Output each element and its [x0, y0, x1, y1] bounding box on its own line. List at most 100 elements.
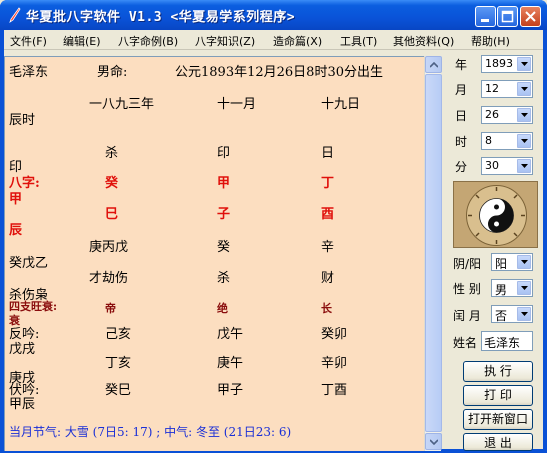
stem-hour: 甲: [9, 192, 23, 207]
hour-label: 时: [455, 135, 468, 149]
god-year: 杀: [105, 146, 119, 161]
stem-month: 甲: [217, 176, 231, 191]
person-name: 毛泽东: [9, 65, 49, 80]
dropdown-arrow[interactable]: [517, 82, 531, 96]
row2-year: 丁亥: [105, 356, 132, 371]
hour-branch: 辰时: [9, 113, 36, 128]
year-label: 年: [455, 58, 468, 72]
branch-year: 巳: [105, 207, 119, 222]
menu-bar: 文件(F) 编辑(E) 八字命例(B) 八字知识(Z) 造命篇(X) 工具(T)…: [4, 30, 543, 50]
god-day: 日: [321, 146, 335, 161]
row3-year: 癸巳: [105, 383, 132, 398]
chevron-down-icon: [521, 62, 528, 66]
menu-tools[interactable]: 工具(T): [340, 33, 377, 49]
stem-day: 丁: [321, 176, 335, 191]
lunar-month: 十一月: [217, 97, 257, 112]
dropdown-arrow[interactable]: [517, 108, 531, 122]
name-input-value: 毛泽东: [484, 336, 521, 350]
chevron-down-icon: [521, 164, 528, 168]
row3-day: 丁酉: [321, 383, 348, 398]
menu-file[interactable]: 文件(F): [10, 33, 47, 49]
scroll-down-button[interactable]: [425, 433, 442, 450]
gender-text: 男命:: [97, 65, 128, 80]
day-label: 日: [455, 109, 468, 123]
dropdown-arrow[interactable]: [517, 159, 531, 173]
scroll-thumb[interactable]: [425, 74, 442, 432]
month-label: 月: [455, 83, 468, 97]
chevron-down-icon: [521, 139, 528, 143]
row2-month: 庚午: [217, 356, 244, 371]
hidden-god-day: 财: [321, 271, 335, 286]
open-new-window-button[interactable]: 打开新窗口: [463, 409, 533, 430]
menu-knowledge[interactable]: 八字知识(Z): [195, 33, 255, 49]
exit-button[interactable]: 退 出: [463, 433, 533, 451]
yinyang-select[interactable]: 阳: [491, 253, 533, 271]
season-month: 绝: [217, 302, 228, 315]
dropdown-arrow[interactable]: [517, 281, 531, 295]
lunar-day: 十九日: [321, 97, 361, 112]
maximize-button[interactable]: [497, 6, 518, 27]
month-select[interactable]: 12: [481, 80, 533, 98]
name-input[interactable]: 毛泽东: [481, 331, 533, 351]
solar-terms: 当月节气: 大雪 (7日5: 17) ; 中气: 冬至 (21日23: 6): [9, 425, 292, 439]
maximize-icon: [501, 10, 514, 23]
year-select[interactable]: 1893: [481, 55, 533, 73]
birth-datetime: 公元1893年12月26日8时30分出生: [175, 65, 383, 80]
scroll-up-button[interactable]: [425, 56, 442, 73]
hidden-year: 庚丙戊: [89, 240, 129, 255]
gender-select[interactable]: 男: [491, 279, 533, 297]
dropdown-arrow[interactable]: [517, 255, 531, 269]
minute-select[interactable]: 30: [481, 157, 533, 175]
leap-month-select[interactable]: 否: [491, 305, 533, 323]
chart-text-panel[interactable]: 毛泽东 男命: 公元1893年12月26日8时30分出生 一八九三年 十一月 十…: [4, 56, 424, 451]
vertical-scrollbar[interactable]: [424, 56, 442, 451]
yinyang-label: 阴/阳: [453, 257, 482, 271]
menu-zaoming[interactable]: 造命篇(X): [273, 33, 322, 49]
menu-edit[interactable]: 编辑(E): [63, 33, 101, 49]
title-bar[interactable]: 华夏批八字软件 V1.3 <华夏易学系列程序>: [0, 0, 547, 30]
close-button[interactable]: [520, 6, 541, 27]
print-button[interactable]: 打 印: [463, 385, 533, 406]
taiji-image: [453, 181, 538, 248]
dropdown-arrow[interactable]: [517, 57, 531, 71]
leap-month-value: 否: [495, 309, 508, 323]
hidden-day: 辛: [321, 240, 335, 255]
gender-value: 男: [495, 283, 508, 297]
row1-day: 癸卯: [321, 327, 348, 342]
day-value: 26: [485, 108, 499, 121]
row3-hour: 甲辰: [9, 397, 36, 412]
minimize-button[interactable]: [475, 6, 496, 27]
hidden-god-month: 杀: [217, 271, 231, 286]
menu-cases[interactable]: 八字命例(B): [118, 33, 178, 49]
season-year: 帝: [105, 302, 116, 315]
minute-label: 分: [455, 160, 468, 174]
year-value: 1893: [485, 57, 513, 70]
day-select[interactable]: 26: [481, 106, 533, 124]
chevron-down-icon: [521, 312, 528, 316]
yinyang-value: 阳: [495, 257, 508, 271]
menu-help[interactable]: 帮助(H): [471, 33, 510, 49]
window-title: 华夏批八字软件 V1.3 <华夏易学系列程序>: [26, 10, 296, 25]
branch-hour: 辰: [9, 223, 23, 238]
chevron-down-icon: [521, 113, 528, 117]
pen-icon: [9, 7, 21, 23]
season-day: 长: [321, 302, 332, 315]
minute-value: 30: [485, 159, 499, 172]
hour-value: 8: [485, 134, 492, 147]
month-value: 12: [485, 82, 499, 95]
close-icon: [525, 11, 536, 22]
menu-other[interactable]: 其他资料(Q): [393, 33, 454, 49]
dropdown-arrow[interactable]: [517, 134, 531, 148]
hour-select[interactable]: 8: [481, 132, 533, 150]
god-month: 印: [217, 146, 231, 161]
dropdown-arrow[interactable]: [517, 307, 531, 321]
run-button[interactable]: 执 行: [463, 361, 533, 382]
row1-hour: 戊戌: [9, 342, 36, 357]
hidden-god-year: 才劫伤: [89, 271, 129, 286]
yin-yang-icon: [466, 185, 527, 246]
row1-year: 己亥: [105, 327, 132, 342]
chevron-down-icon: [521, 87, 528, 91]
hidden-month: 癸: [217, 240, 231, 255]
leap-month-label: 闰 月: [453, 309, 481, 323]
branch-day: 酉: [321, 207, 335, 222]
